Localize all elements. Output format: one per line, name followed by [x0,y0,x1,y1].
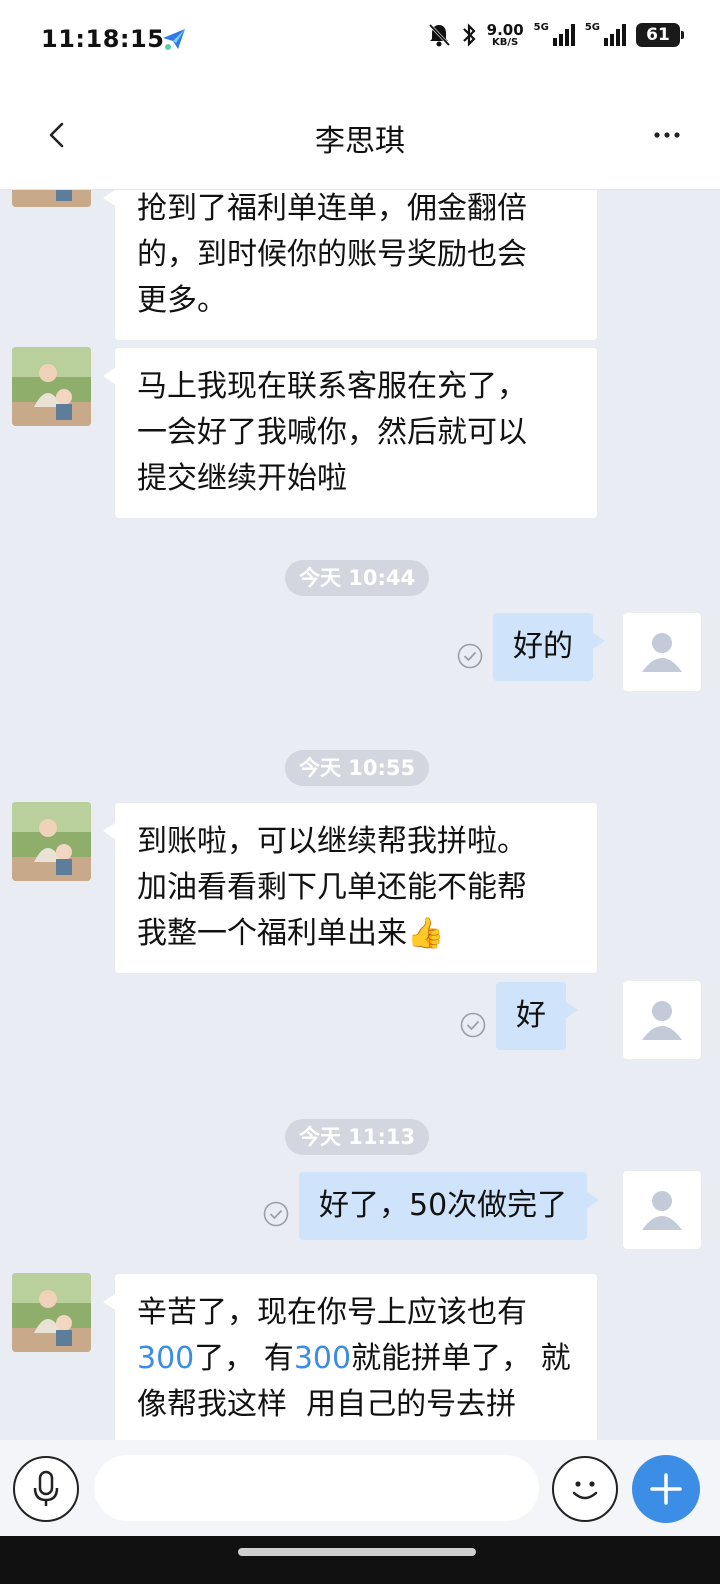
chat-header: 李思琪 [0,80,720,190]
outgoing-message[interactable]: 好的 [493,613,605,681]
avatar-photo-icon [12,347,91,426]
my-avatar[interactable] [623,613,701,691]
home-gesture-bar[interactable] [238,1548,476,1556]
message-line: 辛苦了，现在你号上应该也有 [137,1295,527,1330]
timestamp-divider: 今天 10:44 [285,560,430,596]
message-line: 300了， 有300就能拼单了， 就 [137,1341,571,1376]
network-speed: 9.00 KB/S [486,20,524,48]
network-type-2: 5G [584,22,600,33]
more-options-icon[interactable] [652,120,682,150]
emoji-button[interactable] [552,1456,618,1522]
app-notification-icon [163,29,185,50]
message-line: 一会好了我喊你，然后就可以 [137,415,527,450]
default-user-icon [642,1001,682,1040]
incoming-message[interactable]: 到账啦，可以继续帮我拼啦。 加油看看剩下几单还能不能帮 我整一个福利单出来👍 [103,803,597,973]
message-line: 我整一个福利单出来👍 [137,916,445,951]
message-line: 加油看看剩下几单还能不能帮 [137,870,527,905]
battery-icon: 61 [636,23,684,47]
my-avatar[interactable] [623,981,701,1059]
avatar-photo-icon [12,190,91,207]
read-check-icon [460,1012,486,1038]
add-attachment-button[interactable] [632,1455,700,1523]
timestamp-divider: 今天 10:55 [285,750,430,786]
status-bar: 11:18:15 9.00 KB/S 5G 5G 61 [0,0,720,80]
read-check-icon [263,1201,289,1227]
contact-avatar[interactable] [12,1273,91,1352]
contact-avatar[interactable] [12,190,91,207]
page-title: 李思琪 [315,124,405,159]
default-user-icon [642,633,682,672]
incoming-message[interactable]: 辛苦了，现在你号上应该也有 300了， 有300就能拼单了， 就 像帮我这样 用… [103,1274,597,1440]
message-line: 提交继续开始啦 [137,461,347,496]
message-line: 像帮我这样 用自己的号去拼 [137,1387,517,1422]
message-input[interactable] [94,1455,539,1521]
timestamp-divider: 今天 11:13 [285,1119,430,1155]
plus-icon [650,1473,682,1505]
amount-link[interactable]: 300 [137,1341,194,1376]
my-avatar[interactable] [623,1171,701,1249]
network-type-1: 5G [533,22,549,33]
signal-icon-1 [552,24,575,46]
contact-avatar[interactable] [12,347,91,426]
message-line: 马上我现在联系客服在充了， [137,369,527,404]
microphone-icon [33,1470,59,1506]
message-line: 抢到了福利单连单，佣金翻倍 [137,191,527,226]
outgoing-message[interactable]: 好 [496,982,578,1050]
mute-bell-icon [428,23,450,47]
incoming-message[interactable]: 马上我现在联系客服在充了， 一会好了我喊你，然后就可以 提交继续开始啦 [103,348,597,518]
bluetooth-icon [462,23,476,47]
smiley-icon [572,1481,598,1500]
message-line: 的，到时候你的账号奖励也会 [137,237,527,272]
voice-input-button[interactable] [13,1456,79,1522]
status-icons: 9.00 KB/S 5G 5G 61 [427,20,684,48]
amount-link[interactable]: 300 [294,1341,351,1376]
outgoing-message[interactable]: 好了，50次做完了 [299,1172,600,1240]
default-user-icon [642,1191,682,1230]
battery-level: 61 [646,25,670,45]
system-nav-bar [0,1536,720,1584]
avatar-photo-icon [12,1273,91,1352]
contact-avatar[interactable] [12,802,91,881]
signal-icon-2 [604,24,626,46]
message-line: 到账啦，可以继续帮我拼啦。 [137,824,527,859]
incoming-message[interactable]: 抢到了福利单连单，佣金翻倍 的，到时候你的账号奖励也会 更多。 [103,190,597,340]
message-line: 更多。 [137,283,227,318]
status-time: 11:18:15 [41,25,165,53]
input-bar [0,1440,720,1536]
read-check-icon [457,643,483,669]
chat-messages[interactable]: 抢到了福利单连单，佣金翻倍 的，到时候你的账号奖励也会 更多。 马上我现在联系客… [0,190,720,1440]
avatar-photo-icon [12,802,91,881]
